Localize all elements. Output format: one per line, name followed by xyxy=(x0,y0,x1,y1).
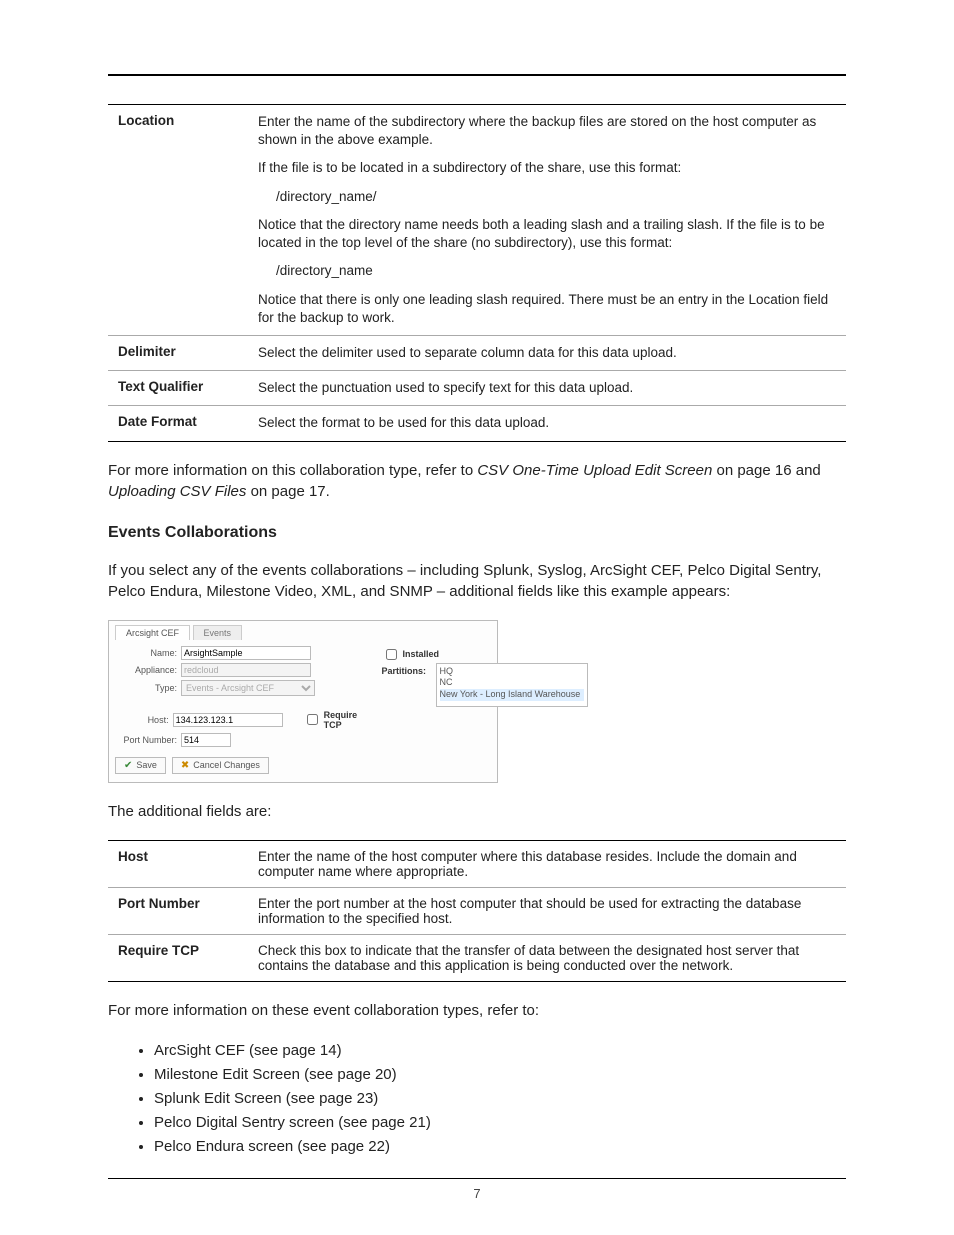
list-item: Pelco Endura screen (see page 22) xyxy=(154,1135,846,1159)
bottom-rule xyxy=(108,1178,846,1179)
host-input[interactable] xyxy=(173,713,283,727)
list-item[interactable]: New York - Long Island Warehouse xyxy=(440,689,584,701)
definitions-table-2: Host Enter the name of the host computer… xyxy=(108,840,846,982)
name-input[interactable] xyxy=(181,646,311,660)
list-item[interactable]: NC xyxy=(440,677,584,689)
partitions-label: Partitions: xyxy=(382,666,427,676)
def-desc: Check this box to indicate that the tran… xyxy=(248,934,846,981)
top-rule xyxy=(108,74,846,76)
tab-events[interactable]: Events xyxy=(193,625,243,640)
page: Location Enter the name of the subdirect… xyxy=(0,0,954,1235)
host-label: Host: xyxy=(115,715,169,725)
check-icon: ✔ xyxy=(124,760,132,771)
port-input[interactable] xyxy=(181,733,231,747)
tab-arcsight-cef[interactable]: Arcsight CEF xyxy=(115,625,190,640)
partitions-listbox[interactable]: HQ NC New York - Long Island Warehouse xyxy=(436,663,588,707)
page-number: 7 xyxy=(0,1186,954,1201)
appliance-input[interactable] xyxy=(181,663,311,677)
def-desc: Select the delimiter used to separate co… xyxy=(248,335,846,370)
def-label: Port Number xyxy=(108,887,248,934)
type-select[interactable]: Events - Arcsight CEF xyxy=(181,680,315,696)
table-row: Delimiter Select the delimiter used to s… xyxy=(108,335,846,370)
paragraph-events-intro: If you select any of the events collabor… xyxy=(108,560,846,602)
table-row: Require TCP Check this box to indicate t… xyxy=(108,934,846,981)
definitions-table-1: Location Enter the name of the subdirect… xyxy=(108,104,846,442)
def-desc: Enter the port number at the host comput… xyxy=(248,887,846,934)
cancel-button[interactable]: ✖ Cancel Changes xyxy=(172,757,269,774)
port-label: Port Number: xyxy=(115,735,177,745)
def-label: Location xyxy=(108,105,248,336)
heading-events-collaborations: Events Collaborations xyxy=(108,524,846,542)
def-label: Host xyxy=(108,840,248,887)
list-item: ArcSight CEF (see page 14) xyxy=(154,1039,846,1063)
table-row: Host Enter the name of the host computer… xyxy=(108,840,846,887)
def-label: Delimiter xyxy=(108,335,248,370)
references-list: ArcSight CEF (see page 14) Milestone Edi… xyxy=(154,1039,846,1159)
paragraph-additional-fields: The additional fields are: xyxy=(108,801,846,822)
list-item: Pelco Digital Sentry screen (see page 21… xyxy=(154,1111,846,1135)
cancel-icon: ✖ xyxy=(181,760,189,771)
paragraph-csv-refer: For more information on this collaborati… xyxy=(108,460,846,502)
figure-tabs: Arcsight CEF Events xyxy=(115,625,491,640)
def-desc: Enter the name of the host computer wher… xyxy=(248,840,846,887)
def-desc: Select the punctuation used to specify t… xyxy=(248,371,846,406)
def-desc: Enter the name of the subdirectory where… xyxy=(248,105,846,336)
require-tcp-checkbox[interactable]: Require TCP xyxy=(303,710,368,730)
table-row: Port Number Enter the port number at the… xyxy=(108,887,846,934)
def-label: Text Qualifier xyxy=(108,371,248,406)
list-item: Milestone Edit Screen (see page 20) xyxy=(154,1063,846,1087)
table-row: Location Enter the name of the subdirect… xyxy=(108,105,846,336)
list-item[interactable]: HQ xyxy=(440,666,584,678)
save-button[interactable]: ✔ Save xyxy=(115,757,166,774)
paragraph-refer-events: For more information on these event coll… xyxy=(108,1000,846,1021)
def-label: Require TCP xyxy=(108,934,248,981)
list-item: Splunk Edit Screen (see page 23) xyxy=(154,1087,846,1111)
table-row: Text Qualifier Select the punctuation us… xyxy=(108,371,846,406)
def-desc: Select the format to be used for this da… xyxy=(248,406,846,441)
table-row: Date Format Select the format to be used… xyxy=(108,406,846,441)
def-label: Date Format xyxy=(108,406,248,441)
type-label: Type: xyxy=(115,683,177,693)
name-label: Name: xyxy=(115,648,177,658)
appliance-label: Appliance: xyxy=(115,665,177,675)
installed-checkbox[interactable]: Installed xyxy=(382,646,552,663)
events-form-figure: Arcsight CEF Events Name: Appliance: Typ… xyxy=(108,620,498,783)
